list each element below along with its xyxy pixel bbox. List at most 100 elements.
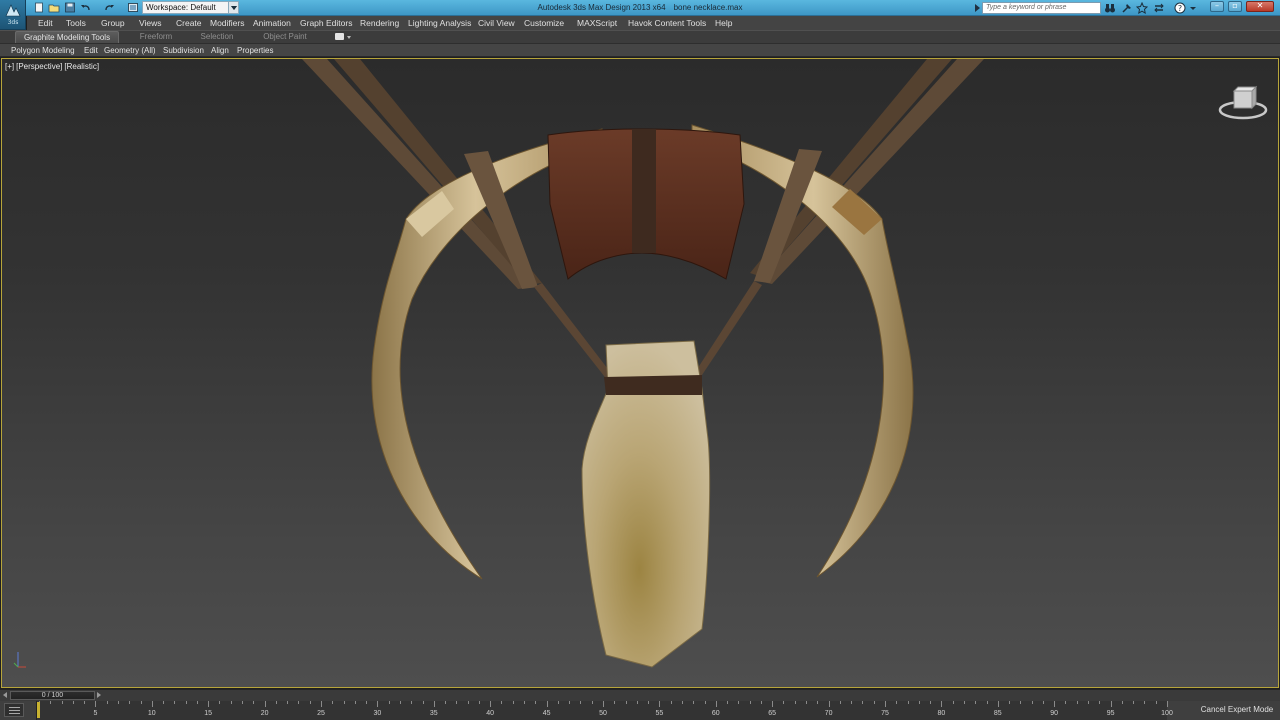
- app-menu-button[interactable]: 3ds: [0, 0, 26, 30]
- communication-center-icon[interactable]: [1121, 2, 1133, 14]
- help-dropdown-icon[interactable]: [1189, 2, 1197, 14]
- ribbon-options-icon[interactable]: [347, 36, 351, 39]
- menu-modifiers[interactable]: Modifiers: [210, 17, 244, 29]
- panel-geometry-all[interactable]: Geometry (All): [104, 45, 156, 56]
- timeline-tick: [343, 701, 345, 704]
- menu-group[interactable]: Group: [101, 17, 125, 29]
- maximize-button[interactable]: ▫: [1228, 1, 1242, 12]
- menu-tools[interactable]: Tools: [66, 17, 86, 29]
- viewport-label[interactable]: [+] [Perspective] [Realistic]: [5, 62, 101, 71]
- cancel-expert-mode-button[interactable]: Cancel Expert Mode: [1198, 703, 1276, 716]
- panel-align[interactable]: Align: [211, 45, 229, 56]
- title-bar: Autodesk 3ds Max Design 2013 x64 bone nec…: [0, 0, 1280, 16]
- workspace-label: Workspace: Default: [146, 3, 216, 12]
- panel-polygon-modeling[interactable]: Polygon Modeling: [11, 45, 75, 56]
- timeline-tick: [321, 701, 322, 707]
- previous-frame-icon[interactable]: [3, 692, 7, 698]
- favorites-star-icon[interactable]: [1136, 2, 1148, 14]
- current-frame-marker[interactable]: [37, 702, 40, 718]
- timeline-tick: [174, 701, 176, 704]
- viewcube-icon[interactable]: [1216, 83, 1270, 123]
- svg-text:?: ?: [1178, 4, 1182, 13]
- customize-qat-icon[interactable]: [230, 2, 238, 13]
- timeline-tick: [1167, 701, 1168, 707]
- menu-havok-content-tools[interactable]: Havok Content Tools: [628, 17, 706, 29]
- timeline-tick: [242, 701, 244, 704]
- timeline-tick: [535, 701, 537, 704]
- timeline-tick: [95, 701, 97, 707]
- menu-lighting-analysis[interactable]: Lighting Analysis: [408, 17, 471, 29]
- timeline-tick: [117, 701, 119, 704]
- tab-freeform[interactable]: Freeform: [130, 31, 182, 43]
- close-button[interactable]: ✕: [1246, 1, 1274, 12]
- timeline-tick: [963, 701, 965, 704]
- timeline-tick: [84, 701, 86, 704]
- timeline-tick: [129, 701, 131, 704]
- timeline-tick: [1054, 701, 1056, 707]
- timeline-tick: [862, 701, 864, 704]
- minimize-button[interactable]: –: [1210, 1, 1224, 12]
- timeline-tick: [952, 701, 954, 704]
- timeline-tick: [1065, 701, 1067, 704]
- tab-selection[interactable]: Selection: [193, 31, 241, 43]
- viewport-pov-label[interactable]: [Perspective]: [16, 62, 62, 71]
- timeline-tick: [1042, 701, 1044, 704]
- menu-customize[interactable]: Customize: [524, 17, 564, 29]
- timeline-tick: [749, 701, 751, 704]
- app-menu-icon: [5, 4, 21, 17]
- timeline-tick: [907, 701, 909, 704]
- file-name: bone necklace.max: [673, 3, 743, 12]
- track-bar[interactable]: 5 10 15 20 25 30 35 40 45 50 55 60 65 70 75 80 85 90 95 100…: [0, 701, 1280, 720]
- redo-icon[interactable]: [103, 2, 115, 13]
- panel-properties[interactable]: Properties: [237, 45, 273, 56]
- menu-help[interactable]: Help: [715, 17, 732, 29]
- menu-graph-editors[interactable]: Graph Editors: [300, 17, 352, 29]
- save-file-icon[interactable]: [64, 2, 76, 13]
- timeline-tick: [445, 701, 447, 704]
- app-title: Autodesk 3ds Max Design 2013 x64: [537, 3, 666, 12]
- project-folder-icon[interactable]: [127, 2, 139, 13]
- timeline-tick: [806, 701, 808, 704]
- timeline-tick: [727, 701, 729, 704]
- menu-maxscript[interactable]: MAXScript: [577, 17, 617, 29]
- perspective-viewport[interactable]: [+] [Perspective] [Realistic]: [1, 58, 1279, 688]
- binoculars-icon[interactable]: [1104, 2, 1116, 14]
- new-file-icon[interactable]: [33, 2, 45, 13]
- timeline-tick: [772, 701, 774, 707]
- mini-curve-editor-button[interactable]: [4, 703, 24, 717]
- undo-icon[interactable]: [80, 2, 92, 13]
- open-file-icon[interactable]: [48, 2, 60, 13]
- menu-edit[interactable]: Edit: [38, 17, 53, 29]
- viewport-shading-label[interactable]: [Realistic]: [64, 62, 99, 71]
- timeline-tick: [106, 701, 108, 704]
- next-frame-icon[interactable]: [97, 692, 101, 698]
- help-icon[interactable]: ?: [1174, 2, 1186, 14]
- ribbon-minimize-icon[interactable]: [335, 33, 344, 40]
- time-slider[interactable]: 0 / 100: [0, 689, 1280, 701]
- timeline-tick: [366, 701, 368, 704]
- menu-civil-view[interactable]: Civil View: [478, 17, 515, 29]
- timeline-tick: [456, 701, 458, 704]
- menu-create[interactable]: Create: [176, 17, 202, 29]
- tab-object-paint[interactable]: Object Paint: [254, 31, 316, 43]
- search-input[interactable]: Type a keyword or phrase: [982, 2, 1101, 14]
- workspace-dropdown[interactable]: Workspace: Default: [142, 1, 239, 14]
- tab-graphite-modeling-tools[interactable]: Graphite Modeling Tools: [15, 31, 119, 43]
- menu-views[interactable]: Views: [139, 17, 162, 29]
- timeline-tick: [422, 701, 424, 704]
- timeline-tick: [287, 701, 289, 704]
- track-area[interactable]: 5 10 15 20 25 30 35 40 45 50 55 60 65 70 75 80 85 90 95 100: [36, 701, 1173, 720]
- time-slider-thumb[interactable]: 0 / 100: [10, 691, 95, 700]
- panel-subdivision[interactable]: Subdivision: [163, 45, 204, 56]
- timeline-tick: [1020, 701, 1022, 704]
- search-expand-icon[interactable]: [975, 4, 980, 12]
- bone-necklace-model[interactable]: [2, 59, 1279, 688]
- viewport-menu-plus[interactable]: [+]: [5, 62, 14, 71]
- timeline-tick: [681, 701, 683, 704]
- timeline-tick: [501, 701, 503, 704]
- timeline-tick: [264, 701, 266, 707]
- exchange-icon[interactable]: [1153, 2, 1165, 14]
- menu-animation[interactable]: Animation: [253, 17, 291, 29]
- menu-rendering[interactable]: Rendering: [360, 17, 399, 29]
- panel-edit[interactable]: Edit: [84, 45, 98, 56]
